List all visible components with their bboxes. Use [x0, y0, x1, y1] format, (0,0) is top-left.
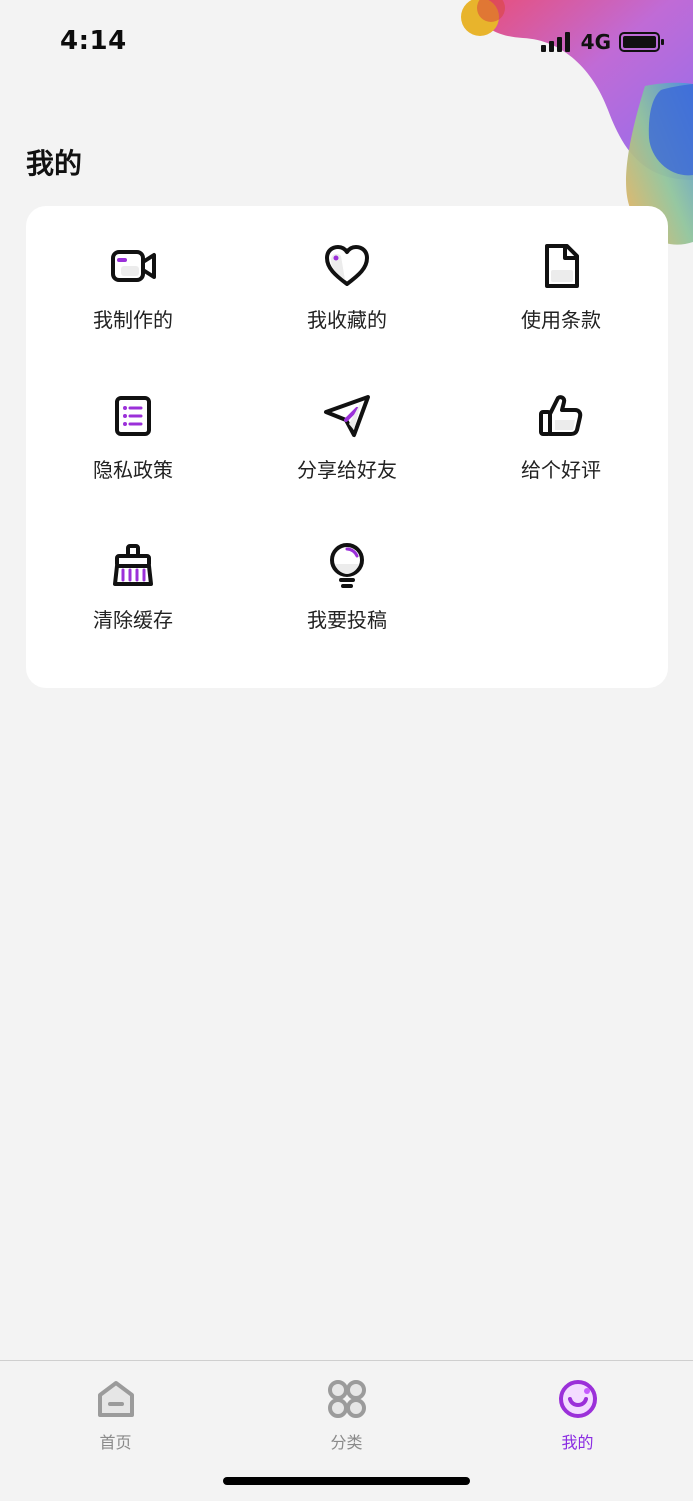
- broom-icon: [113, 544, 153, 586]
- tab-label: 我的: [561, 1433, 594, 1452]
- signal-icon: [540, 32, 570, 52]
- home-icon: [97, 1381, 134, 1417]
- menu-item-privacy-policy[interactable]: 隐私政策: [26, 356, 240, 506]
- status-time: 4:14: [60, 26, 127, 56]
- status-bar: 4:14 4G: [0, 0, 693, 84]
- menu-item-label: 我制作的: [93, 308, 173, 332]
- menu-item-label: 我要投稿: [307, 608, 387, 632]
- home-indicator: [223, 1477, 470, 1485]
- menu-item-share-friends[interactable]: 分享给好友: [240, 356, 454, 506]
- list-icon: [115, 396, 151, 436]
- video-camera-icon: [111, 250, 156, 282]
- menu-item-label: 分享给好友: [297, 458, 397, 482]
- menu-item-label: 清除缓存: [93, 608, 173, 632]
- category-icon: [327, 1380, 366, 1418]
- menu-item-my-favorites[interactable]: 我收藏的: [240, 206, 454, 356]
- menu-item-my-creations[interactable]: 我制作的: [26, 206, 240, 356]
- network-type: 4G: [580, 30, 611, 54]
- menu-item-label: 给个好评: [521, 458, 601, 482]
- menu-item-clear-cache[interactable]: 清除缓存: [26, 506, 240, 656]
- menu-card: 我制作的 我收藏的 使用条款 隐私政策 分享给好友 给个好评 清除缓存 我要投稿: [26, 206, 668, 688]
- menu-grid: 我制作的 我收藏的 使用条款 隐私政策 分享给好友 给个好评 清除缓存 我要投稿: [26, 206, 668, 688]
- menu-item-terms-of-use[interactable]: 使用条款: [454, 206, 668, 356]
- menu-item-label: 使用条款: [521, 308, 601, 332]
- page-title: 我的: [26, 147, 83, 180]
- lightbulb-icon: [330, 543, 364, 588]
- paper-plane-icon: [324, 395, 370, 437]
- battery-icon: [619, 32, 664, 52]
- profile-smile-icon: [558, 1380, 597, 1418]
- tab-home[interactable]: 首页: [0, 1371, 231, 1452]
- tab-profile[interactable]: 我的: [462, 1371, 693, 1452]
- tab-label: 分类: [330, 1433, 363, 1452]
- tab-category[interactable]: 分类: [231, 1371, 462, 1452]
- menu-item-rate-us[interactable]: 给个好评: [454, 356, 668, 506]
- heart-icon: [325, 245, 369, 286]
- document-icon: [545, 244, 579, 288]
- tab-label: 首页: [99, 1433, 132, 1452]
- menu-item-label: 我收藏的: [307, 308, 387, 332]
- menu-item-submit-post[interactable]: 我要投稿: [240, 506, 454, 656]
- status-indicators: 4G: [540, 30, 665, 54]
- menu-item-label: 隐私政策: [93, 458, 173, 482]
- thumbs-up-icon: [539, 395, 583, 436]
